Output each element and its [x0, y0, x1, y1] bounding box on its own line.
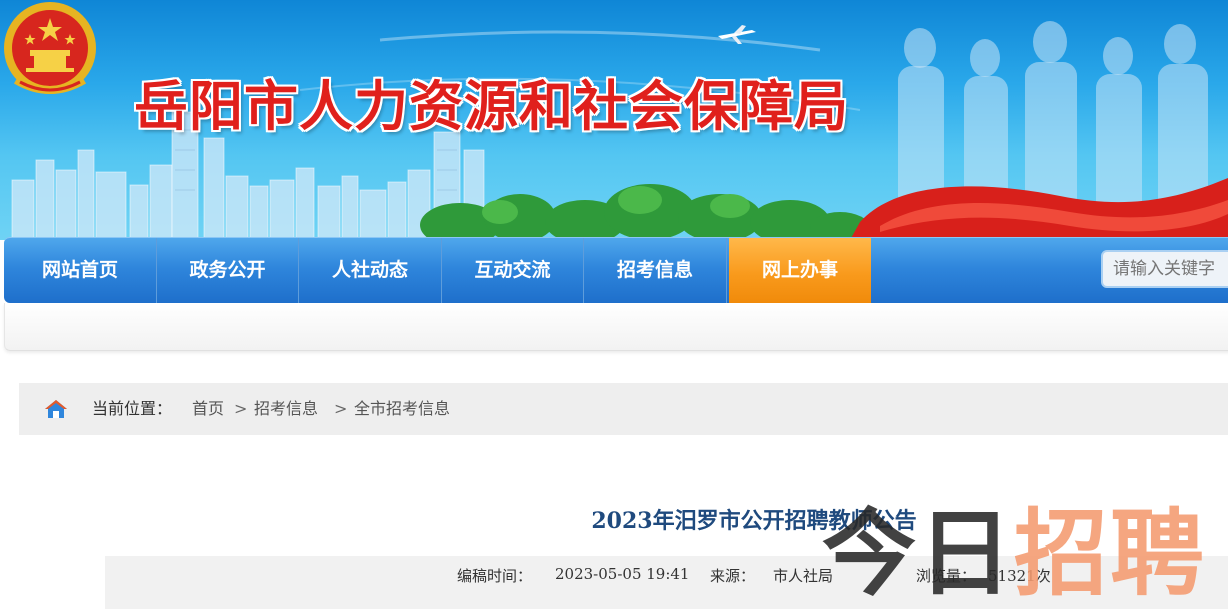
nav-item-online-services[interactable]: 网上办事 [729, 238, 871, 304]
site-banner: 岳阳市人力资源和社会保障局 [0, 0, 1228, 240]
breadcrumb-separator: > [334, 399, 348, 418]
sub-nav-bar [4, 303, 1228, 351]
watermark-part-2: 招聘 [1014, 500, 1207, 609]
breadcrumb-separator: > [234, 399, 248, 418]
breadcrumb-prefix: 当前位置： [92, 399, 173, 418]
nav-item-recruitment[interactable]: 招考信息 [584, 238, 727, 304]
meta-date-value: 2023-05-05 19:41 [555, 565, 690, 583]
breadcrumb: 当前位置： 首页 > 招考信息 > 全市招考信息 [19, 383, 1228, 435]
breadcrumb-city-recruitment-link[interactable]: 全市招考信息 [354, 398, 450, 420]
site-title: 岳阳市人力资源和社会保障局 [134, 74, 849, 138]
home-icon[interactable] [44, 398, 68, 420]
national-emblem-icon [4, 2, 96, 94]
watermark-logo: 今日招聘 [822, 505, 1206, 605]
main-nav: 网站首页 政务公开 人社动态 互动交流 招考信息 网上办事 [4, 237, 1228, 304]
search-input[interactable] [1101, 250, 1228, 288]
nav-item-interaction[interactable]: 互动交流 [442, 238, 584, 304]
meta-source-label: 来源： [710, 567, 756, 585]
nav-item-hr-news[interactable]: 人社动态 [299, 238, 442, 304]
watermark-part-1: 今日 [822, 500, 1015, 609]
meta-date-label: 编稿时间： [457, 567, 533, 585]
nav-item-government-affairs[interactable]: 政务公开 [157, 238, 299, 304]
nav-item-home[interactable]: 网站首页 [4, 238, 157, 304]
breadcrumb-recruitment-link[interactable]: 招考信息 [254, 398, 318, 420]
breadcrumb-home-link[interactable]: 首页 [192, 398, 224, 420]
